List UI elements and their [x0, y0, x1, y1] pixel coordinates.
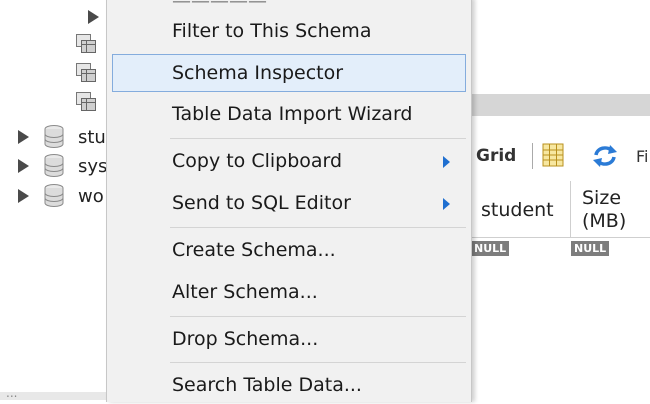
- menu-item-create-schema[interactable]: Create Schema...: [112, 231, 466, 269]
- table-icon: [76, 34, 96, 53]
- expand-arrow-icon[interactable]: [88, 10, 99, 24]
- null-cell[interactable]: NULL: [471, 241, 510, 256]
- table-icon: [76, 92, 96, 111]
- menu-item-label: Alter Schema...: [172, 281, 318, 303]
- menu-item-label: Create Schema...: [172, 239, 336, 261]
- database-icon: [44, 184, 64, 207]
- toolbar-separator: [532, 143, 533, 169]
- database-icon: [44, 125, 64, 148]
- menu-item-label: Filter to This Schema: [172, 20, 372, 42]
- menu-item-search-table-data[interactable]: Search Table Data...: [112, 366, 466, 404]
- menu-separator: [170, 227, 466, 228]
- schema-name[interactable]: stu: [78, 127, 108, 148]
- schema-name[interactable]: wo: [78, 186, 108, 207]
- menu-item-drop-schema[interactable]: Drop Schema...: [112, 320, 466, 358]
- menu-separator: [170, 138, 466, 139]
- navigator-footer: ...: [0, 386, 110, 400]
- result-panel: Grid Fi student Size (MB) NULL NULL: [470, 0, 650, 400]
- menu-item-alter-schema[interactable]: Alter Schema...: [112, 273, 466, 311]
- menu-item-label: Schema Inspector: [172, 62, 344, 84]
- expand-arrow-icon[interactable]: [18, 189, 29, 203]
- table-icon: [76, 63, 96, 82]
- schema-navigator: stu sys wo ...: [0, 0, 110, 400]
- menu-item-send-to-sql-editor[interactable]: Send to SQL Editor: [112, 184, 466, 222]
- expand-arrow-icon[interactable]: [18, 159, 29, 173]
- panel-header-bar: [470, 94, 650, 116]
- refresh-icon[interactable]: [590, 143, 620, 169]
- filter-label[interactable]: Fi: [636, 147, 648, 166]
- menu-item-schema-inspector[interactable]: Schema Inspector: [112, 54, 466, 92]
- menu-item-filter-to-schema[interactable]: Filter to This Schema: [112, 12, 466, 50]
- column-divider[interactable]: [570, 181, 571, 237]
- result-toolbar: Grid Fi: [470, 135, 650, 179]
- submenu-arrow-icon: [443, 156, 450, 168]
- submenu-arrow-icon: [443, 198, 450, 210]
- column-header[interactable]: student: [481, 199, 554, 221]
- null-cell[interactable]: NULL: [571, 241, 610, 256]
- schema-name[interactable]: sys: [78, 156, 108, 177]
- menu-item-label: Search Table Data...: [172, 374, 362, 396]
- menu-item-label: Table Data Import Wizard: [172, 103, 413, 125]
- grid-layout-icon[interactable]: [540, 142, 566, 168]
- menu-item-label: Send to SQL Editor: [172, 192, 351, 214]
- menu-item-clipped: —————: [172, 0, 267, 12]
- menu-item-label: Drop Schema...: [172, 328, 319, 350]
- schema-context-menu: ————— Filter to This Schema Schema Inspe…: [106, 0, 472, 402]
- menu-separator: [170, 316, 466, 317]
- menu-item-table-data-import-wizard[interactable]: Table Data Import Wizard: [112, 95, 466, 133]
- database-icon: [44, 154, 64, 177]
- menu-item-copy-to-clipboard[interactable]: Copy to Clipboard: [112, 142, 466, 180]
- navigator-footer-label: ...: [6, 386, 18, 400]
- grid-view-label[interactable]: Grid: [476, 146, 516, 166]
- result-grid-header: student Size (MB): [470, 181, 650, 238]
- column-header[interactable]: Size (MB): [582, 187, 642, 233]
- menu-separator: [170, 362, 466, 363]
- menu-item-label: Copy to Clipboard: [172, 150, 343, 172]
- expand-arrow-icon[interactable]: [18, 130, 29, 144]
